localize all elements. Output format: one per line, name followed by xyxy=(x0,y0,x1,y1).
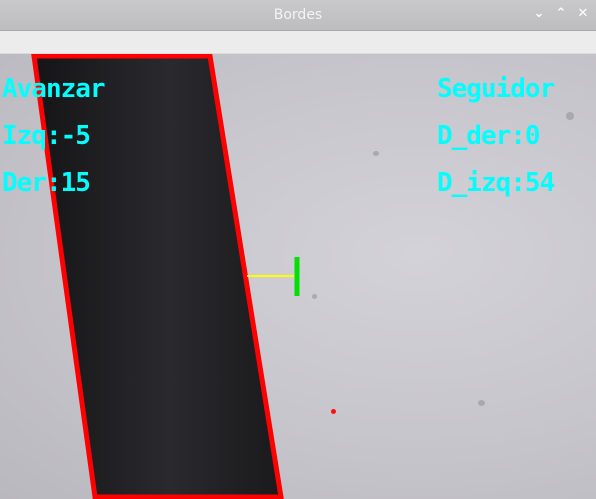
close-icon[interactable]: ✕ xyxy=(574,5,592,23)
chevron-down-icon[interactable]: ⌄ xyxy=(530,5,548,23)
camera-view: Avanzar Izq:-5 Der:15 Seguidor D_der:0 D… xyxy=(0,54,596,499)
left-distance-label: D_izq:54 xyxy=(437,168,555,198)
chevron-up-icon[interactable]: ⌃ xyxy=(552,5,570,23)
target-point xyxy=(331,409,336,414)
toolbar-strip xyxy=(0,31,596,54)
status-label: Seguidor xyxy=(437,74,555,104)
title-bar[interactable]: Bordes ⌄ ⌃ ✕ xyxy=(0,0,596,31)
right-distance-label: D_der:0 xyxy=(437,121,541,151)
left-speed-label: Izq:-5 xyxy=(2,121,91,151)
right-speed-label: Der:15 xyxy=(2,168,91,198)
mode-label: Avanzar xyxy=(2,74,106,104)
window-title: Bordes xyxy=(273,7,323,23)
